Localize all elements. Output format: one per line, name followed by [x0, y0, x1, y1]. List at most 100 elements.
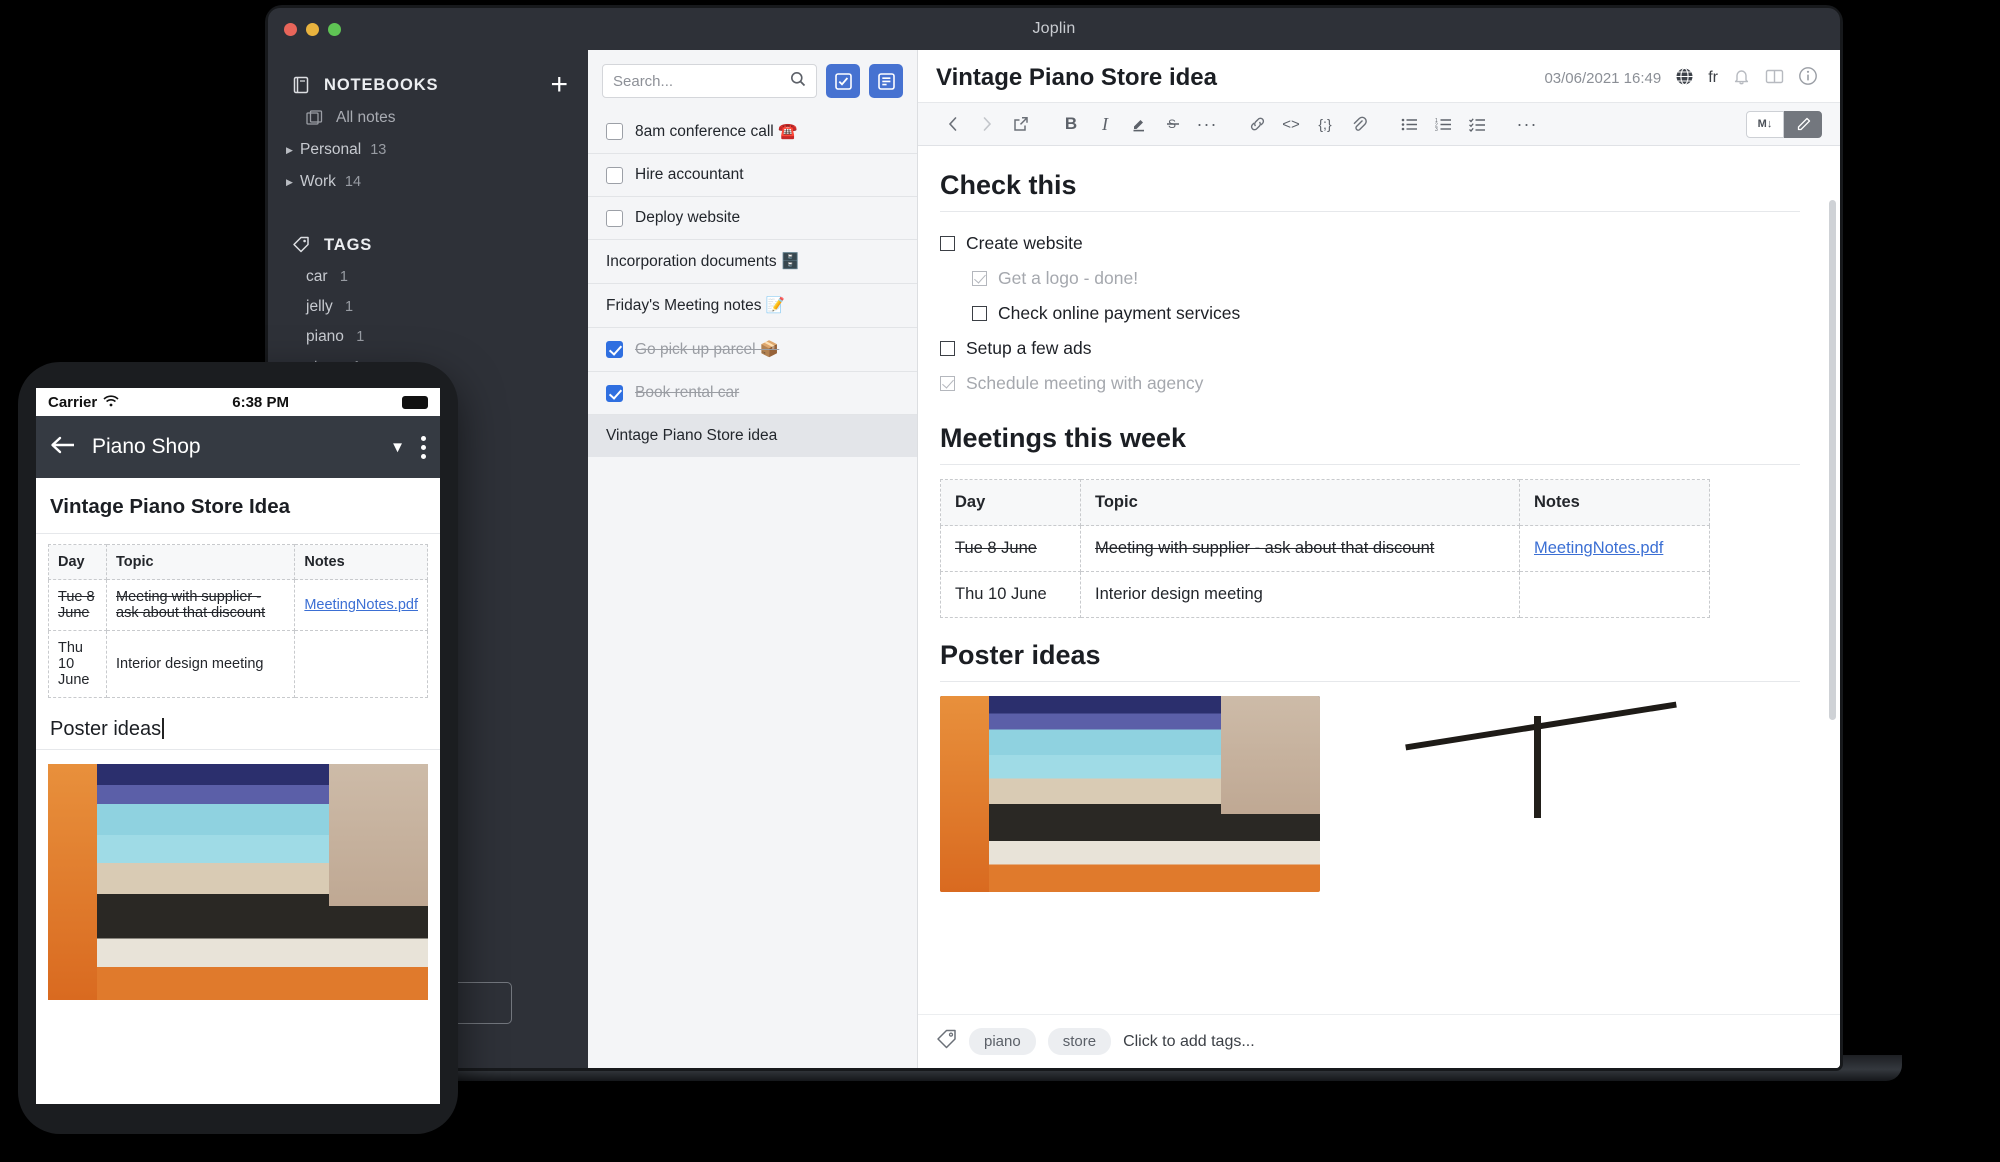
note-checklist-item[interactable]: Create website [936, 226, 1800, 261]
globe-icon[interactable] [1675, 67, 1694, 90]
piano-keyboard-photo [48, 764, 428, 1000]
sidebar-tag-jelly[interactable]: jelly 1 [268, 292, 588, 322]
tag-icon [936, 1029, 957, 1055]
note-info-icon[interactable] [1798, 66, 1818, 90]
checkbox-checked-icon[interactable] [972, 271, 987, 286]
note-todo-checkbox[interactable] [606, 123, 623, 140]
note-list-item[interactable]: Friday's Meeting notes 📝 [588, 284, 917, 328]
note-title-input[interactable]: Vintage Piano Store idea [936, 64, 1544, 92]
attachment-link[interactable]: MeetingNotes.pdf [304, 597, 418, 613]
cell-notes [294, 630, 428, 698]
chevron-right-icon[interactable]: ▶ [286, 145, 300, 156]
note-content[interactable]: Check this Create website Get a logo - d… [918, 146, 1840, 1068]
minimize-button[interactable] [306, 23, 319, 36]
rich-text-mode-button[interactable] [1784, 110, 1822, 138]
checkbox-unchecked-icon[interactable] [972, 306, 987, 321]
note-tag-bar[interactable]: piano store Click to add tags... [918, 1014, 1840, 1068]
table-header-day: Day [48, 544, 107, 580]
back-arrow-icon[interactable] [50, 435, 76, 460]
note-todo-checkbox[interactable] [606, 166, 623, 184]
note-images [940, 696, 1800, 892]
new-note-button[interactable] [869, 64, 903, 98]
battery-icon [402, 395, 428, 409]
note-editor: Vintage Piano Store idea 03/06/2021 16:4… [918, 50, 1840, 1068]
attachment-link[interactable]: MeetingNotes.pdf [1534, 539, 1663, 557]
markdown-mode-button[interactable]: M↓ [1746, 110, 1784, 138]
checkbox-unchecked-icon[interactable] [940, 236, 955, 251]
note-todo-checkbox[interactable] [606, 384, 623, 402]
cell-notes: MeetingNotes.pdf [294, 579, 428, 631]
note-list-item-selected[interactable]: Vintage Piano Store idea [588, 415, 917, 457]
note-heading: Check this [940, 170, 1077, 200]
note-checklist-item[interactable]: Check online payment services [936, 296, 1800, 331]
link-icon[interactable] [1240, 109, 1274, 139]
external-link-icon[interactable] [1004, 109, 1038, 139]
add-tags-hint[interactable]: Click to add tags... [1123, 1033, 1255, 1051]
note-list-item[interactable]: Book rental car [588, 372, 917, 415]
note-checklist-item[interactable]: Schedule meeting with agency [936, 366, 1800, 401]
kebab-menu-icon[interactable] [421, 435, 426, 459]
numbered-list-icon[interactable]: 123 [1426, 109, 1460, 139]
code-icon[interactable]: <> [1274, 109, 1308, 139]
highlight-icon[interactable] [1122, 109, 1156, 139]
strikethrough-icon[interactable]: S [1156, 109, 1190, 139]
checklist-icon[interactable] [1460, 109, 1494, 139]
note-list-item[interactable]: Go pick up parcel 📦 [588, 328, 917, 372]
heading-rule [940, 464, 1800, 465]
toggle-layout-icon[interactable] [1765, 67, 1784, 90]
search-bar: Search... [588, 50, 917, 110]
chevron-down-icon[interactable]: ▼ [390, 439, 405, 456]
note-list-item[interactable]: 8am conference call ☎️ [588, 110, 917, 154]
checkbox-checked-icon[interactable] [940, 376, 955, 391]
table-header-row: Day Topic Notes [48, 544, 428, 580]
note-updated-time: 03/06/2021 16:49 [1544, 69, 1662, 87]
back-icon[interactable] [936, 109, 970, 139]
all-notes-icon [306, 109, 326, 127]
maximize-button[interactable] [328, 23, 341, 36]
tags-label: TAGS [324, 235, 373, 254]
note-list-item[interactable]: Incorporation documents 🗄️ [588, 240, 917, 284]
search-input[interactable]: Search... [602, 64, 817, 98]
forward-icon[interactable] [970, 109, 1004, 139]
sidebar-tag-piano[interactable]: piano 1 [268, 322, 588, 352]
cell-notes [1519, 571, 1710, 618]
alarm-bell-icon[interactable] [1732, 67, 1751, 90]
more-icon[interactable]: ··· [1510, 109, 1544, 139]
chevron-right-icon[interactable]: ▶ [286, 177, 300, 188]
screenshot-root: Joplin NOTEBOOKS + All notes ▶ Personal … [0, 0, 2000, 1162]
bulleted-list-icon[interactable] [1392, 109, 1426, 139]
note-checklist-item[interactable]: Setup a few ads [936, 331, 1800, 366]
tag-count: 1 [339, 269, 348, 285]
sidebar-item-work[interactable]: ▶ Work 14 [268, 166, 588, 198]
sidebar-tag-car[interactable]: car 1 [268, 262, 588, 292]
window-controls[interactable] [284, 23, 341, 36]
mobile-note-body[interactable]: Vintage Piano Store Idea Day Topic Notes… [36, 478, 440, 1000]
italic-icon[interactable]: I [1088, 109, 1122, 139]
note-tag[interactable]: store [1047, 1028, 1112, 1055]
more-format-icon[interactable]: ··· [1190, 109, 1224, 139]
table-header-notes: Notes [1519, 479, 1710, 526]
attachment-icon[interactable] [1342, 109, 1376, 139]
new-notebook-button[interactable]: + [550, 70, 568, 100]
sidebar-item-personal[interactable]: ▶ Personal 13 [268, 134, 588, 166]
sidebar-item-all-notes[interactable]: All notes [268, 102, 588, 134]
editor-scrollbar[interactable] [1829, 200, 1836, 720]
notebook-label: Personal [300, 141, 362, 158]
note-title: Deploy website [635, 209, 741, 226]
heading-rule [940, 681, 1800, 682]
note-todo-checkbox[interactable] [606, 341, 623, 358]
mobile-meetings-table: Day Topic Notes Tue 8 June Meeting with … [48, 544, 428, 698]
note-list-item[interactable]: Deploy website [588, 197, 917, 240]
note-todo-checkbox[interactable] [606, 209, 623, 227]
code-block-icon[interactable]: {;} [1308, 109, 1342, 139]
note-checklist-item[interactable]: Get a logo - done! [936, 261, 1800, 296]
notebook-count: 14 [344, 174, 362, 190]
mobile-clock: 6:38 PM [232, 393, 289, 411]
checkbox-unchecked-icon[interactable] [940, 341, 955, 356]
table-header-topic: Topic [105, 544, 296, 580]
close-button[interactable] [284, 23, 297, 36]
new-todo-button[interactable] [826, 64, 860, 98]
bold-icon[interactable]: B [1054, 109, 1088, 139]
note-tag[interactable]: piano [969, 1028, 1036, 1055]
note-list-item[interactable]: Hire accountant [588, 154, 917, 197]
